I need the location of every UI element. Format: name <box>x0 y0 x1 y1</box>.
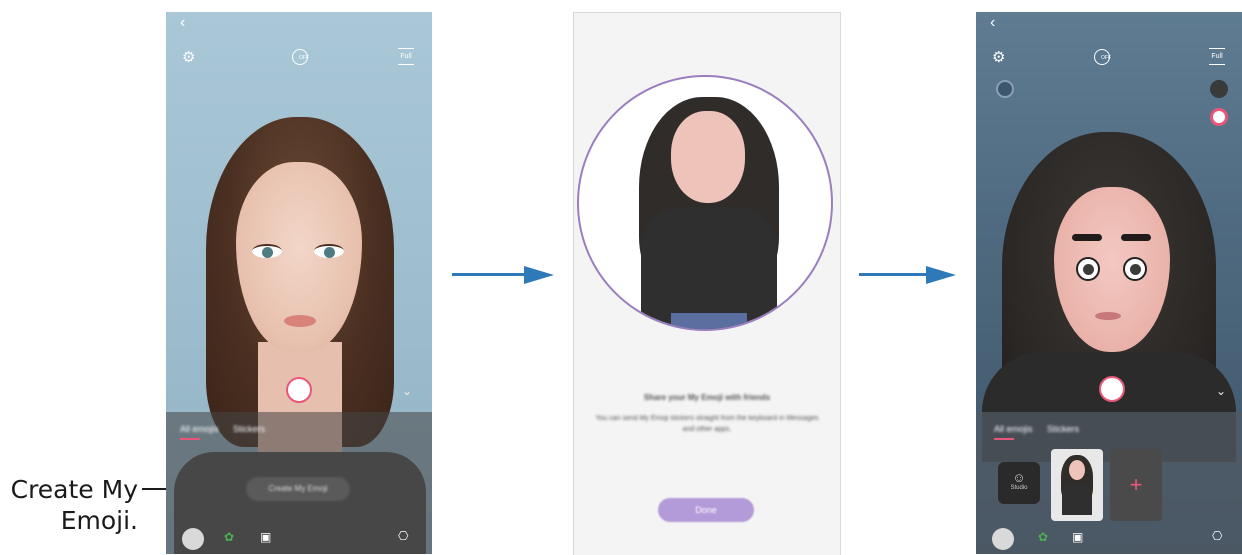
avatar-brow-left <box>1072 234 1102 241</box>
avatar-icon[interactable] <box>182 528 204 550</box>
avatar-brow-right <box>1121 234 1151 241</box>
tab-bar: All emojis Stickers <box>994 424 1091 434</box>
avatar-eye-left <box>1076 257 1100 281</box>
arrow-head-2 <box>926 266 956 284</box>
arrow-line-2 <box>859 273 931 276</box>
tab-bar: All emojis Stickers <box>180 424 277 434</box>
create-my-emoji-button[interactable]: Create My Emoji <box>246 477 350 501</box>
studio-label: Studio <box>1010 485 1028 491</box>
full-icon[interactable]: Full <box>1209 48 1225 65</box>
stickers-icon[interactable]: ✿ <box>224 530 234 544</box>
timer-icon[interactable]: OFF <box>292 49 309 65</box>
tab-indicator <box>994 438 1014 440</box>
stickers-icon[interactable]: ✿ <box>1038 530 1048 544</box>
screen-camera-face: ‹ ⚙ OFF Full ⌄ All emojis Stickers ✿ ▣ ⎔ <box>166 12 432 554</box>
avatar-lips <box>1095 312 1121 320</box>
chevron-down-icon[interactable]: ⌄ <box>402 384 412 398</box>
done-button[interactable]: Done <box>658 498 754 522</box>
back-icon[interactable]: ‹ <box>180 14 185 32</box>
callout-label: Create My Emoji. <box>10 475 138 535</box>
screen-emoji-created: Share your My Emoji with friends You can… <box>573 12 841 555</box>
shutter-button[interactable] <box>1099 376 1125 402</box>
tab-indicator <box>180 438 200 440</box>
studio-icon: ☺ <box>1012 470 1026 485</box>
tab-all-emojis[interactable]: All emojis <box>180 424 219 434</box>
back-icon[interactable]: ‹ <box>990 14 995 32</box>
bag-icon[interactable]: ⎔ <box>1212 529 1222 543</box>
person-eye-right <box>314 244 344 258</box>
settings-icon[interactable]: ⚙ <box>182 48 195 66</box>
my-emoji-thumbnail[interactable] <box>1051 449 1103 521</box>
message-title: Share your My Emoji with friends <box>643 393 771 402</box>
tab-all-emojis[interactable]: All emojis <box>994 424 1033 434</box>
timer-label: OFF <box>1101 55 1111 61</box>
settings-icon[interactable]: ⚙ <box>992 48 1005 66</box>
arrow-line-1 <box>452 273 528 276</box>
bag-icon[interactable]: ⎔ <box>398 529 408 543</box>
avatar-mode-icon[interactable] <box>1210 108 1228 126</box>
avatar-eye-right <box>1123 257 1147 281</box>
message-body: You can send My Emoji stickers straight … <box>595 415 819 433</box>
screen-ar-emoji: ‹ ⚙ OFF Full ⌄ All emojis Stickers ☺ Stu… <box>976 12 1242 554</box>
shutter-button[interactable] <box>286 377 312 403</box>
plus-icon[interactable]: + <box>1110 449 1162 521</box>
full-icon[interactable]: Full <box>398 48 414 65</box>
arrow-head-1 <box>524 266 554 284</box>
timer-label: OFF <box>299 55 309 61</box>
tab-stickers[interactable]: Stickers <box>233 424 265 434</box>
timer-icon[interactable]: OFF <box>1094 49 1111 65</box>
avatar-circle <box>577 75 833 331</box>
avatar-jeans <box>671 313 747 329</box>
studio-button[interactable]: ☺ Studio <box>998 462 1040 504</box>
tab-stickers[interactable]: Stickers <box>1047 424 1079 434</box>
person-mode-icon[interactable] <box>1210 80 1228 98</box>
avatar-icon[interactable] <box>992 528 1014 550</box>
person-lips <box>284 315 316 327</box>
effect-icon[interactable] <box>996 80 1014 98</box>
gallery-icon[interactable]: ▣ <box>1072 530 1083 544</box>
person-eye-left <box>252 244 282 258</box>
gallery-icon[interactable]: ▣ <box>260 530 271 544</box>
avatar-face <box>671 111 745 203</box>
chevron-down-icon[interactable]: ⌄ <box>1216 384 1226 398</box>
